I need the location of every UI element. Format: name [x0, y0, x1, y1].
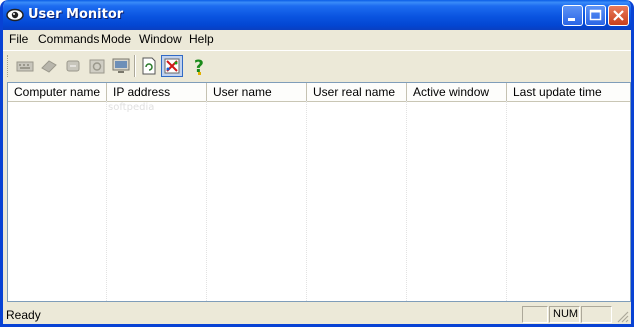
grid-line	[406, 101, 407, 301]
app-window: User Monitor File Commands Mode Window H…	[0, 0, 634, 327]
list-header: Computer name IP address User name User …	[8, 83, 630, 102]
status-text: Ready	[6, 308, 41, 322]
size-grip-icon[interactable]	[615, 309, 629, 323]
network-view-icon	[164, 58, 180, 74]
column-user-name[interactable]: User name	[207, 83, 307, 101]
message-icon	[66, 60, 80, 72]
menu-file[interactable]: File	[9, 32, 28, 46]
power-icon	[89, 59, 105, 74]
grid-line	[306, 101, 307, 301]
status-pane-caps	[522, 306, 548, 323]
maximize-icon	[589, 9, 602, 21]
status-bar: Ready NUM	[3, 305, 631, 324]
close-icon	[613, 10, 624, 21]
keyboard-icon	[16, 61, 34, 72]
status-pane-scroll	[581, 306, 612, 323]
monitor-icon	[112, 58, 130, 73]
minimize-button[interactable]	[562, 5, 583, 26]
toolbar-grip[interactable]	[7, 55, 11, 77]
column-last-update-time[interactable]: Last update time	[507, 83, 630, 101]
status-pane-num: NUM	[549, 306, 580, 323]
toolbar-separator	[134, 55, 136, 77]
user-list[interactable]: Computer name IP address User name User …	[7, 82, 631, 302]
watermark: softpedia	[108, 102, 155, 113]
column-computer-name[interactable]: Computer name	[8, 83, 107, 101]
help-icon: ?	[194, 57, 204, 77]
grid-line	[106, 101, 107, 301]
toolbar: ?	[3, 50, 631, 81]
message-button[interactable]	[62, 55, 84, 77]
eraser-button[interactable]	[38, 55, 60, 77]
column-user-real-name[interactable]: User real name	[307, 83, 407, 101]
menu-window[interactable]: Window	[139, 32, 182, 46]
grid-line	[506, 101, 507, 301]
app-eye-icon	[6, 8, 24, 22]
column-ip-address[interactable]: IP address	[107, 83, 207, 101]
network-view-button[interactable]	[161, 55, 183, 77]
title-bar[interactable]: User Monitor	[3, 0, 631, 30]
menu-bar: File Commands Mode Window Help	[3, 30, 631, 49]
close-button[interactable]	[608, 5, 629, 26]
document-refresh-icon	[142, 57, 156, 75]
maximize-button[interactable]	[585, 5, 606, 26]
help-button[interactable]: ?	[189, 55, 211, 77]
power-button[interactable]	[86, 55, 108, 77]
window-title: User Monitor	[28, 7, 124, 22]
eraser-icon	[41, 60, 57, 73]
monitor-button[interactable]	[110, 55, 132, 77]
keyboard-button[interactable]	[14, 55, 36, 77]
grid-line	[206, 101, 207, 301]
menu-mode[interactable]: Mode	[101, 32, 131, 46]
menu-help[interactable]: Help	[189, 32, 214, 46]
refresh-document-button[interactable]	[138, 55, 160, 77]
minimize-icon	[568, 18, 575, 21]
menu-commands[interactable]: Commands	[38, 32, 99, 46]
column-active-window[interactable]: Active window	[407, 83, 507, 101]
